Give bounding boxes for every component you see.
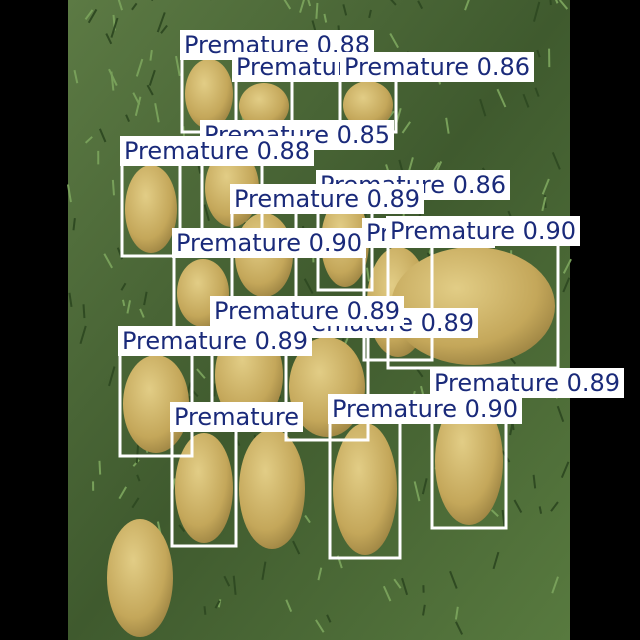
detection-label: Premature [170, 402, 303, 432]
detection-label: Premature 0.89 [118, 326, 313, 356]
grass-blade [135, 443, 140, 464]
detection-result-image: Premature 0.88 Premature Premature 0.86 Pre… [0, 0, 640, 640]
coconut [125, 165, 177, 253]
coconut [391, 247, 555, 365]
coconut [333, 423, 397, 555]
grass-blade [111, 179, 115, 196]
grass-blade [203, 606, 207, 615]
detection-label: Premature 0.90 [172, 228, 367, 258]
detection-label: Premature 0.90 [328, 394, 523, 424]
coconut [107, 519, 173, 637]
detection-label: Premature 0.89 [210, 296, 405, 326]
right-black-bar [570, 0, 640, 640]
left-black-bar [0, 0, 68, 640]
coconut [185, 59, 233, 129]
grass-blade [98, 460, 102, 475]
grass-blade [315, 2, 319, 19]
detection-label: Premature 0.90 [386, 216, 581, 246]
grass-blade [121, 299, 126, 307]
detection-label: Premature 0.89 [230, 184, 425, 214]
grass-blade [82, 304, 86, 319]
grass-blade [72, 217, 76, 231]
coconut [239, 429, 305, 549]
detection-label: Premature 0.88 [120, 136, 315, 166]
detection-label: Premature 0.86 [340, 52, 535, 82]
grass-blade [213, 383, 217, 397]
coconut [175, 433, 233, 543]
grass-blade [538, 506, 543, 514]
grass-blade [149, 49, 153, 61]
